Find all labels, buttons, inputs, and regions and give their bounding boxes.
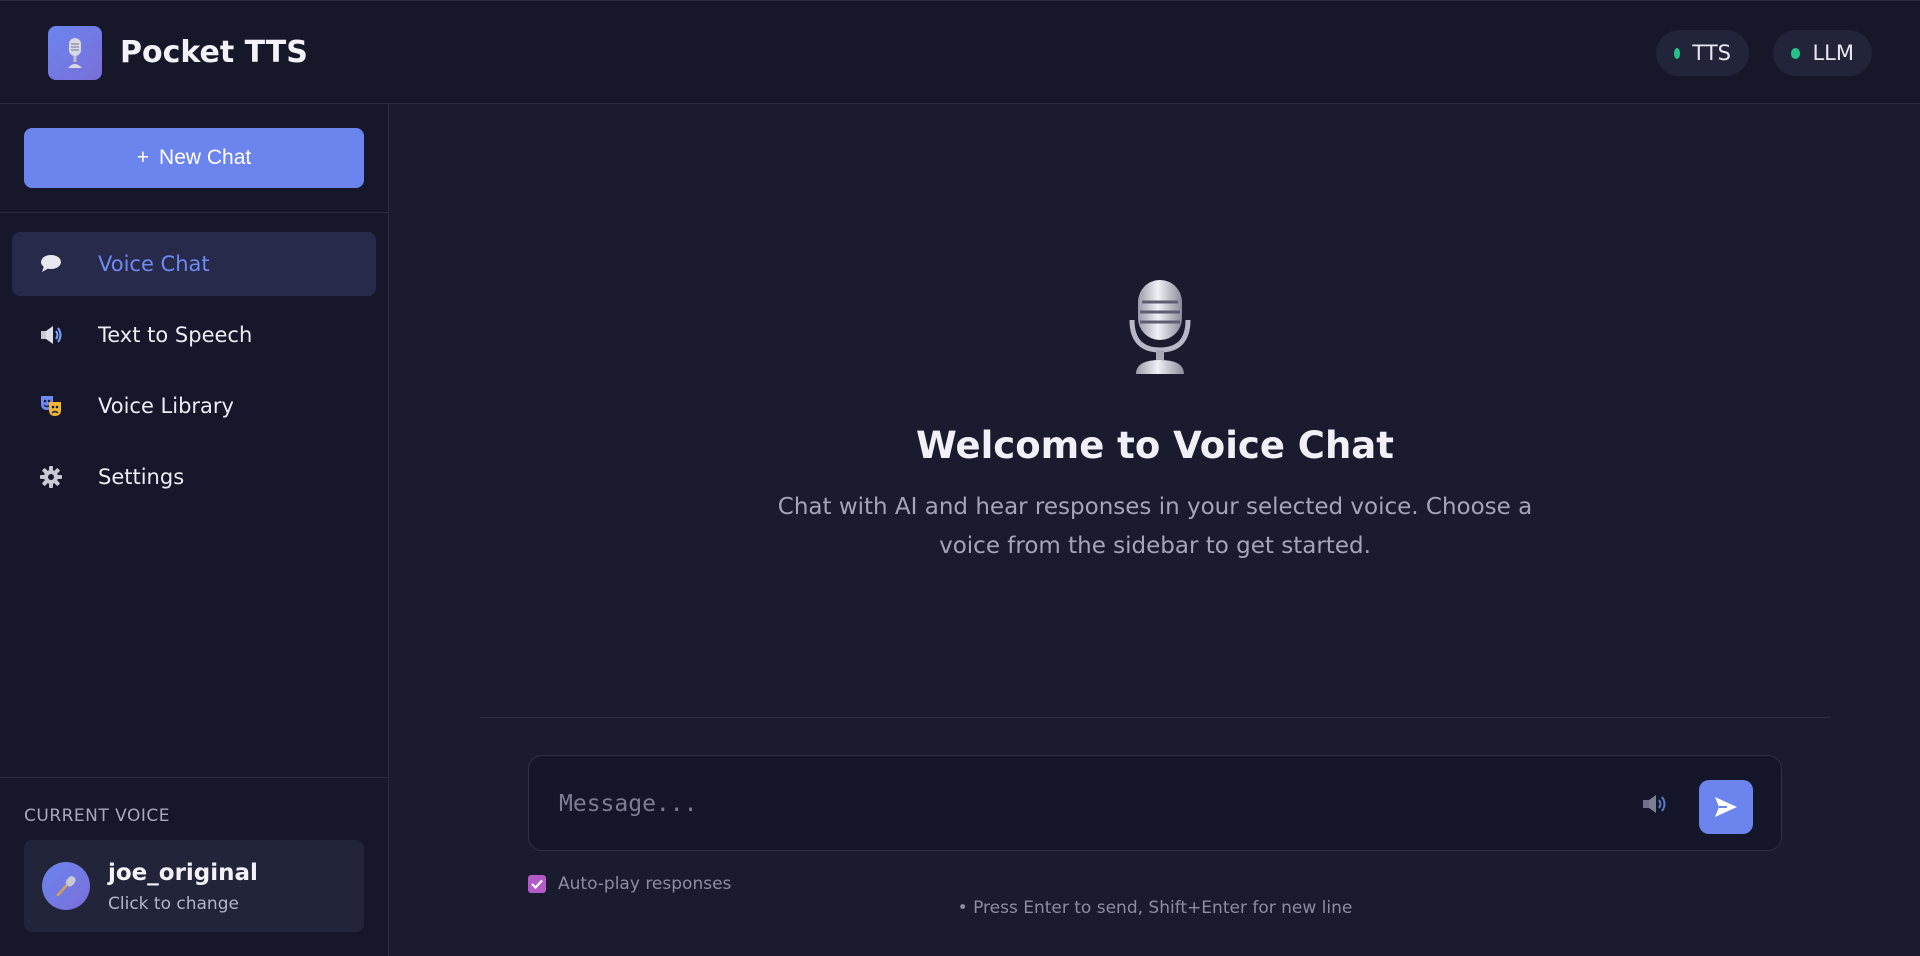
autoplay-option: Auto-play responses bbox=[528, 872, 731, 896]
sidebar-item-label: Voice Library bbox=[98, 394, 234, 418]
new-chat-button[interactable]: + New Chat bbox=[24, 128, 364, 188]
autoplay-label: Auto-play responses bbox=[558, 874, 732, 894]
sidebar-item-voice-chat[interactable]: Voice Chat bbox=[12, 232, 376, 296]
welcome-description: Chat with AI and hear responses in your … bbox=[777, 494, 1533, 559]
status-dot bbox=[1674, 47, 1681, 59]
tts-status-label: TTS bbox=[1692, 41, 1731, 65]
llm-status-badge: LLM bbox=[1773, 30, 1872, 76]
gear-icon bbox=[38, 464, 64, 490]
speaker-toggle-button[interactable] bbox=[1639, 788, 1671, 820]
voice-change-hint: Click to change bbox=[108, 894, 239, 914]
avatar bbox=[42, 862, 90, 910]
tts-status-badge: TTS bbox=[1656, 30, 1749, 76]
sidebar-item-voice-library[interactable]: Voice Library bbox=[12, 374, 376, 438]
plus-icon: + bbox=[136, 146, 150, 169]
top-bar: Pocket TTS TTS LLM bbox=[0, 0, 1920, 104]
sidebar: + New Chat Voice Chat Text to Speech Voi… bbox=[0, 104, 389, 956]
sidebar-divider bbox=[0, 212, 389, 213]
microphone-icon bbox=[68, 38, 82, 68]
voice-name: joe_original bbox=[108, 860, 258, 886]
current-voice-heading: CURRENT VOICE bbox=[24, 806, 171, 826]
main-content: Welcome to Voice Chat Chat with AI and h… bbox=[390, 104, 1920, 956]
llm-status-label: LLM bbox=[1812, 41, 1854, 65]
send-button[interactable] bbox=[1699, 780, 1753, 834]
status-dot bbox=[1791, 47, 1801, 59]
studio-microphone-icon bbox=[1120, 276, 1200, 376]
app-root: Pocket TTS TTS LLM + New Chat Voice Chat bbox=[0, 0, 1920, 956]
microphone-icon bbox=[56, 876, 76, 897]
current-voice-card[interactable]: joe_original Click to change bbox=[24, 840, 364, 932]
checkmark-icon bbox=[531, 879, 543, 890]
send-icon bbox=[1715, 797, 1737, 817]
app-logo bbox=[48, 26, 102, 80]
composer-divider bbox=[480, 717, 1830, 718]
welcome-title: Welcome to Voice Chat bbox=[916, 424, 1394, 467]
message-composer bbox=[528, 755, 1782, 851]
autoplay-checkbox[interactable] bbox=[528, 875, 546, 893]
sidebar-item-settings[interactable]: Settings bbox=[12, 445, 376, 509]
new-chat-label: New Chat bbox=[159, 146, 252, 169]
speaker-icon bbox=[38, 322, 64, 348]
sidebar-item-label: Text to Speech bbox=[98, 323, 253, 347]
sidebar-item-text-to-speech[interactable]: Text to Speech bbox=[12, 303, 376, 367]
speaker-icon bbox=[1643, 795, 1666, 813]
sidebar-bottom-divider bbox=[0, 777, 389, 778]
keyboard-hint: • Press Enter to send, Shift+Enter for n… bbox=[957, 898, 1353, 918]
sidebar-item-label: Voice Chat bbox=[98, 252, 210, 276]
message-input[interactable] bbox=[559, 786, 1559, 822]
theater-masks-icon bbox=[38, 393, 64, 419]
sidebar-item-label: Settings bbox=[98, 465, 185, 489]
speech-bubble-icon bbox=[38, 251, 64, 277]
app-title: Pocket TTS bbox=[120, 35, 308, 70]
